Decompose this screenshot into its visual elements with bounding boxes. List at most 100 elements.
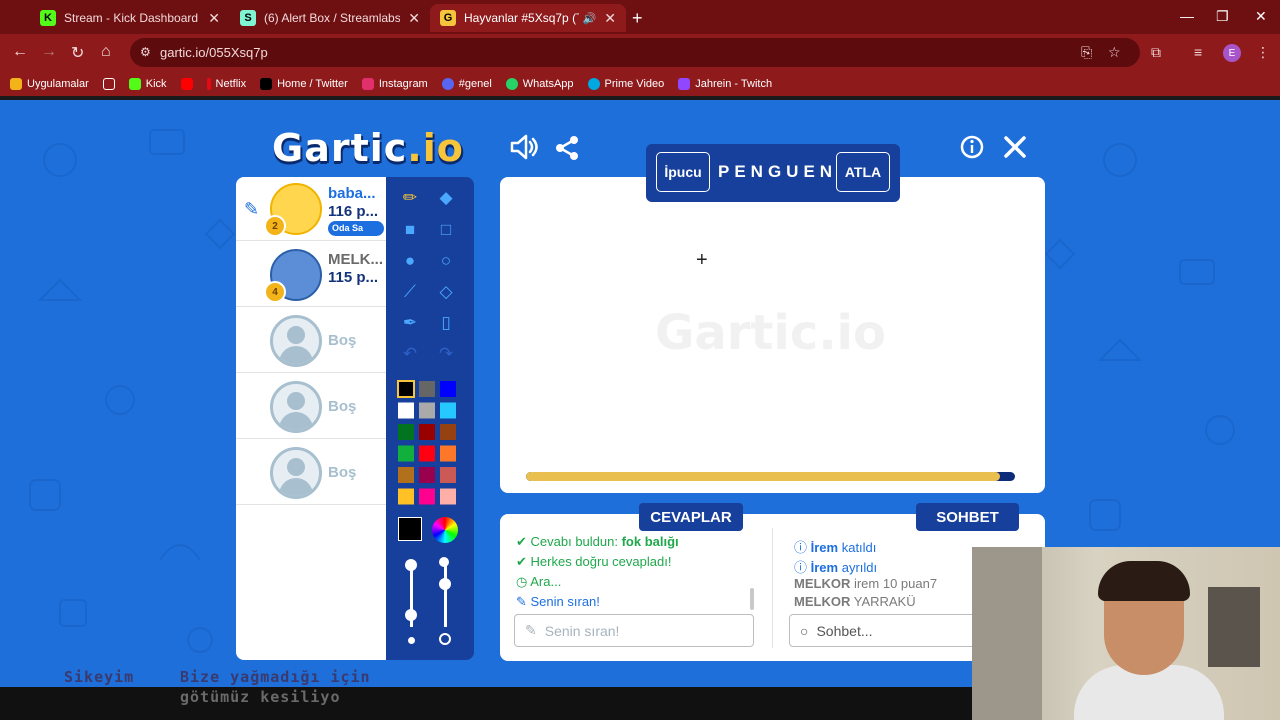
player-row[interactable]: ✎ 2 baba... 116 p... Oda Sa: [236, 177, 386, 241]
color-swatch[interactable]: [440, 381, 456, 397]
line-tool-icon[interactable]: ⟋: [393, 278, 427, 306]
audio-playing-icon[interactable]: 🔊: [583, 12, 597, 25]
hint-button[interactable]: İpucu: [656, 152, 710, 192]
opacity-slider[interactable]: [444, 565, 447, 627]
color-swatch[interactable]: [440, 402, 456, 419]
empty-slot-label: Boş: [328, 332, 357, 349]
close-icon[interactable]: [1003, 135, 1027, 164]
color-swatch[interactable]: [419, 445, 435, 462]
color-swatch[interactable]: [419, 402, 435, 419]
color-swatch[interactable]: [398, 488, 414, 505]
slider-knob[interactable]: [405, 559, 417, 571]
install-app-icon[interactable]: ⎘: [1081, 44, 1092, 61]
color-swatch[interactable]: [440, 424, 456, 440]
filled-rectangle-tool-icon[interactable]: ■: [393, 216, 427, 244]
rectangle-outline-tool-icon[interactable]: □: [429, 216, 463, 244]
home-icon[interactable]: ⌂: [101, 43, 111, 61]
address-bar[interactable]: ⚙ gartic.io/055Xsq7p: [130, 38, 1140, 67]
bookmark-apps[interactable]: Uygulamalar: [10, 78, 89, 90]
profile-avatar[interactable]: E: [1223, 44, 1241, 62]
tab-close-icon[interactable]: ✕: [208, 10, 220, 27]
chat-message: MELKOR YARRAKÜ: [794, 594, 916, 609]
current-color-swatch[interactable]: [398, 517, 422, 541]
tab-strip: K Stream - Kick Dashboard ✕ S (6) Alert …: [0, 0, 1280, 34]
slider-knob[interactable]: [439, 578, 451, 590]
undo-icon[interactable]: ↶: [393, 340, 427, 368]
drawing-canvas[interactable]: Gartic.io +: [500, 177, 1045, 493]
media-control-icon[interactable]: ≡: [1194, 44, 1202, 60]
color-wheel-icon[interactable]: [432, 517, 458, 543]
empty-avatar-icon: [270, 447, 322, 499]
reload-icon[interactable]: ↻: [71, 43, 84, 63]
color-swatch[interactable]: [419, 381, 435, 397]
empty-avatar-icon: [270, 315, 322, 367]
color-swatch[interactable]: [398, 424, 414, 440]
bookmark-twitch[interactable]: Jahrein - Twitch: [678, 78, 772, 90]
eraser-tool-icon[interactable]: ◇: [429, 278, 463, 306]
logo-main-text: Gartic: [272, 126, 408, 170]
tab-kick-dashboard[interactable]: K Stream - Kick Dashboard ✕: [30, 4, 230, 32]
answers-scrollbar[interactable]: [750, 588, 754, 610]
bookmark-discord[interactable]: #genel: [441, 78, 492, 90]
bookmark-netflix[interactable]: Netflix: [206, 78, 246, 90]
bookmark-label: Prime Video: [604, 78, 665, 90]
slider-knob[interactable]: [405, 609, 417, 621]
color-swatch[interactable]: [440, 467, 456, 483]
drawing-tools-panel: ✏ ◆ ■ □ ● ○ ⟋ ◇ ✒ ▯ ↶ ↷: [386, 177, 474, 660]
bookmark-twitter[interactable]: Home / Twitter: [260, 78, 348, 90]
answer-input-placeholder: Senin sıran!: [544, 622, 620, 639]
chat-user: MELKOR: [794, 576, 851, 591]
back-arrow-icon[interactable]: ←: [12, 43, 28, 61]
clear-page-tool-icon[interactable]: ▯: [429, 309, 463, 337]
color-swatch[interactable]: [398, 467, 414, 483]
color-swatch[interactable]: [419, 467, 435, 483]
answer-message: ◷ Ara...: [516, 574, 562, 589]
color-swatch[interactable]: [419, 488, 435, 505]
forward-arrow-icon[interactable]: →: [41, 43, 57, 61]
eyedropper-tool-icon[interactable]: ✒: [393, 309, 427, 337]
maximize-icon[interactable]: ❐: [1216, 8, 1229, 25]
speaker-icon[interactable]: [510, 134, 538, 167]
menu-kebab-icon[interactable]: ⋮: [1256, 44, 1270, 61]
site-settings-icon[interactable]: ⚙: [140, 45, 151, 59]
tab-close-icon[interactable]: ✕: [408, 10, 420, 27]
bookmark-prime-video[interactable]: Prime Video: [587, 78, 665, 90]
color-swatch[interactable]: [419, 424, 435, 440]
bookmark-youtube[interactable]: [180, 78, 193, 90]
pencil-tool-icon[interactable]: ✏: [393, 184, 427, 212]
color-swatch[interactable]: [440, 445, 456, 462]
redo-icon[interactable]: ↷: [429, 340, 463, 368]
tab-gartic[interactable]: G Hayvanlar #5Xsq7p (Türkçe) 🔊 ✕: [430, 4, 626, 32]
slider-knob[interactable]: [439, 557, 449, 567]
crosshair-cursor-icon: +: [696, 249, 708, 271]
info-icon[interactable]: [960, 135, 984, 164]
player-row[interactable]: 4 MELK... 115 p...: [236, 243, 386, 307]
skip-button[interactable]: ATLA: [836, 152, 890, 192]
share-icon[interactable]: [555, 135, 579, 166]
circle-outline-tool-icon[interactable]: ○: [429, 247, 463, 275]
tab-streamlabs[interactable]: S (6) Alert Box / Streamlabs ✕: [230, 4, 430, 32]
color-swatch[interactable]: [440, 488, 456, 505]
bookmark-whatsapp[interactable]: WhatsApp: [505, 78, 574, 90]
bookmark-star-icon[interactable]: ☆: [1108, 44, 1121, 61]
color-palette[interactable]: [396, 379, 466, 509]
color-swatch[interactable]: [398, 445, 414, 462]
bookmark-instagram[interactable]: Instagram: [361, 78, 428, 90]
netflix-icon: [206, 78, 211, 90]
answer-input[interactable]: ✎ Senin sıran!: [514, 614, 754, 647]
window-close-icon[interactable]: ✕: [1255, 8, 1267, 25]
chat-message: ⓘ İrem katıldı: [794, 540, 877, 555]
extensions-icon[interactable]: ⧉: [1151, 44, 1161, 61]
bookmark-kick[interactable]: Kick: [128, 78, 167, 90]
subtitle-line-1: Bize yağmadığı için: [180, 668, 371, 686]
bookmark-grid[interactable]: [102, 78, 115, 90]
gartic-favicon-icon: G: [440, 10, 456, 26]
streamlabs-favicon-icon: S: [240, 10, 256, 26]
color-swatch[interactable]: [398, 402, 414, 419]
new-tab-icon[interactable]: +: [632, 8, 643, 29]
tab-close-icon[interactable]: ✕: [604, 10, 616, 27]
minimize-icon[interactable]: —: [1180, 8, 1194, 24]
fill-bucket-tool-icon[interactable]: ◆: [429, 184, 463, 212]
color-swatch[interactable]: [397, 380, 415, 398]
filled-circle-tool-icon[interactable]: ●: [393, 247, 427, 275]
